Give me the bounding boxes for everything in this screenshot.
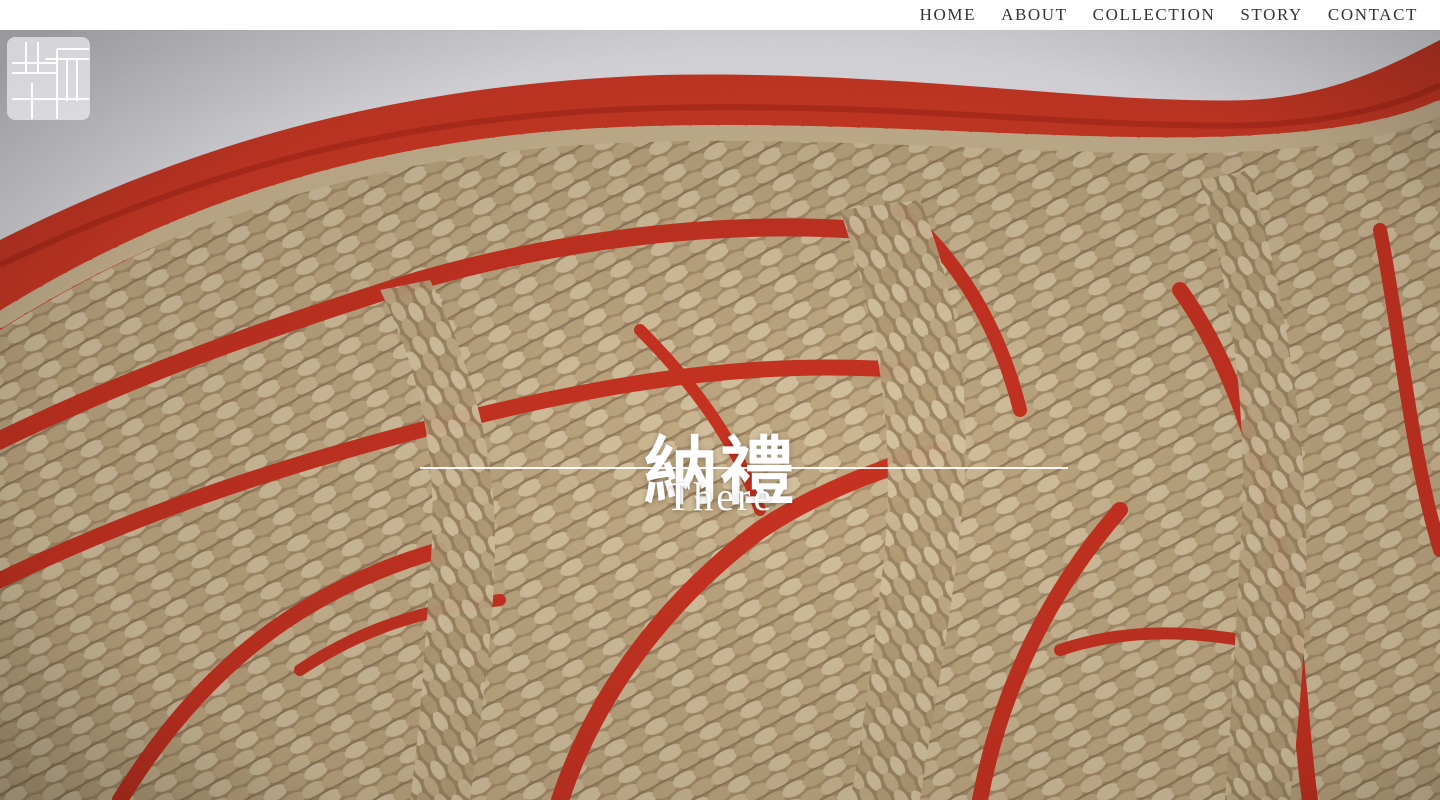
nav-story-link[interactable]: STORY (1240, 5, 1303, 25)
nav-about-link[interactable]: ABOUT (1001, 5, 1068, 25)
embroidery-photo (0, 30, 1440, 800)
grid-logo-icon (12, 42, 89, 119)
nav-contact-link[interactable]: CONTACT (1328, 5, 1418, 25)
hero-banner (0, 30, 1440, 800)
site-logo[interactable] (7, 37, 90, 120)
hero-subtitle: There (665, 474, 775, 519)
top-navigation-bar: HOME ABOUT COLLECTION STORY CONTACT (0, 0, 1440, 30)
nav-home-link[interactable]: HOME (920, 5, 976, 25)
hero-divider (420, 467, 1068, 469)
nav-collection-link[interactable]: COLLECTION (1093, 5, 1216, 25)
main-nav: HOME ABOUT COLLECTION STORY CONTACT (920, 0, 1418, 30)
